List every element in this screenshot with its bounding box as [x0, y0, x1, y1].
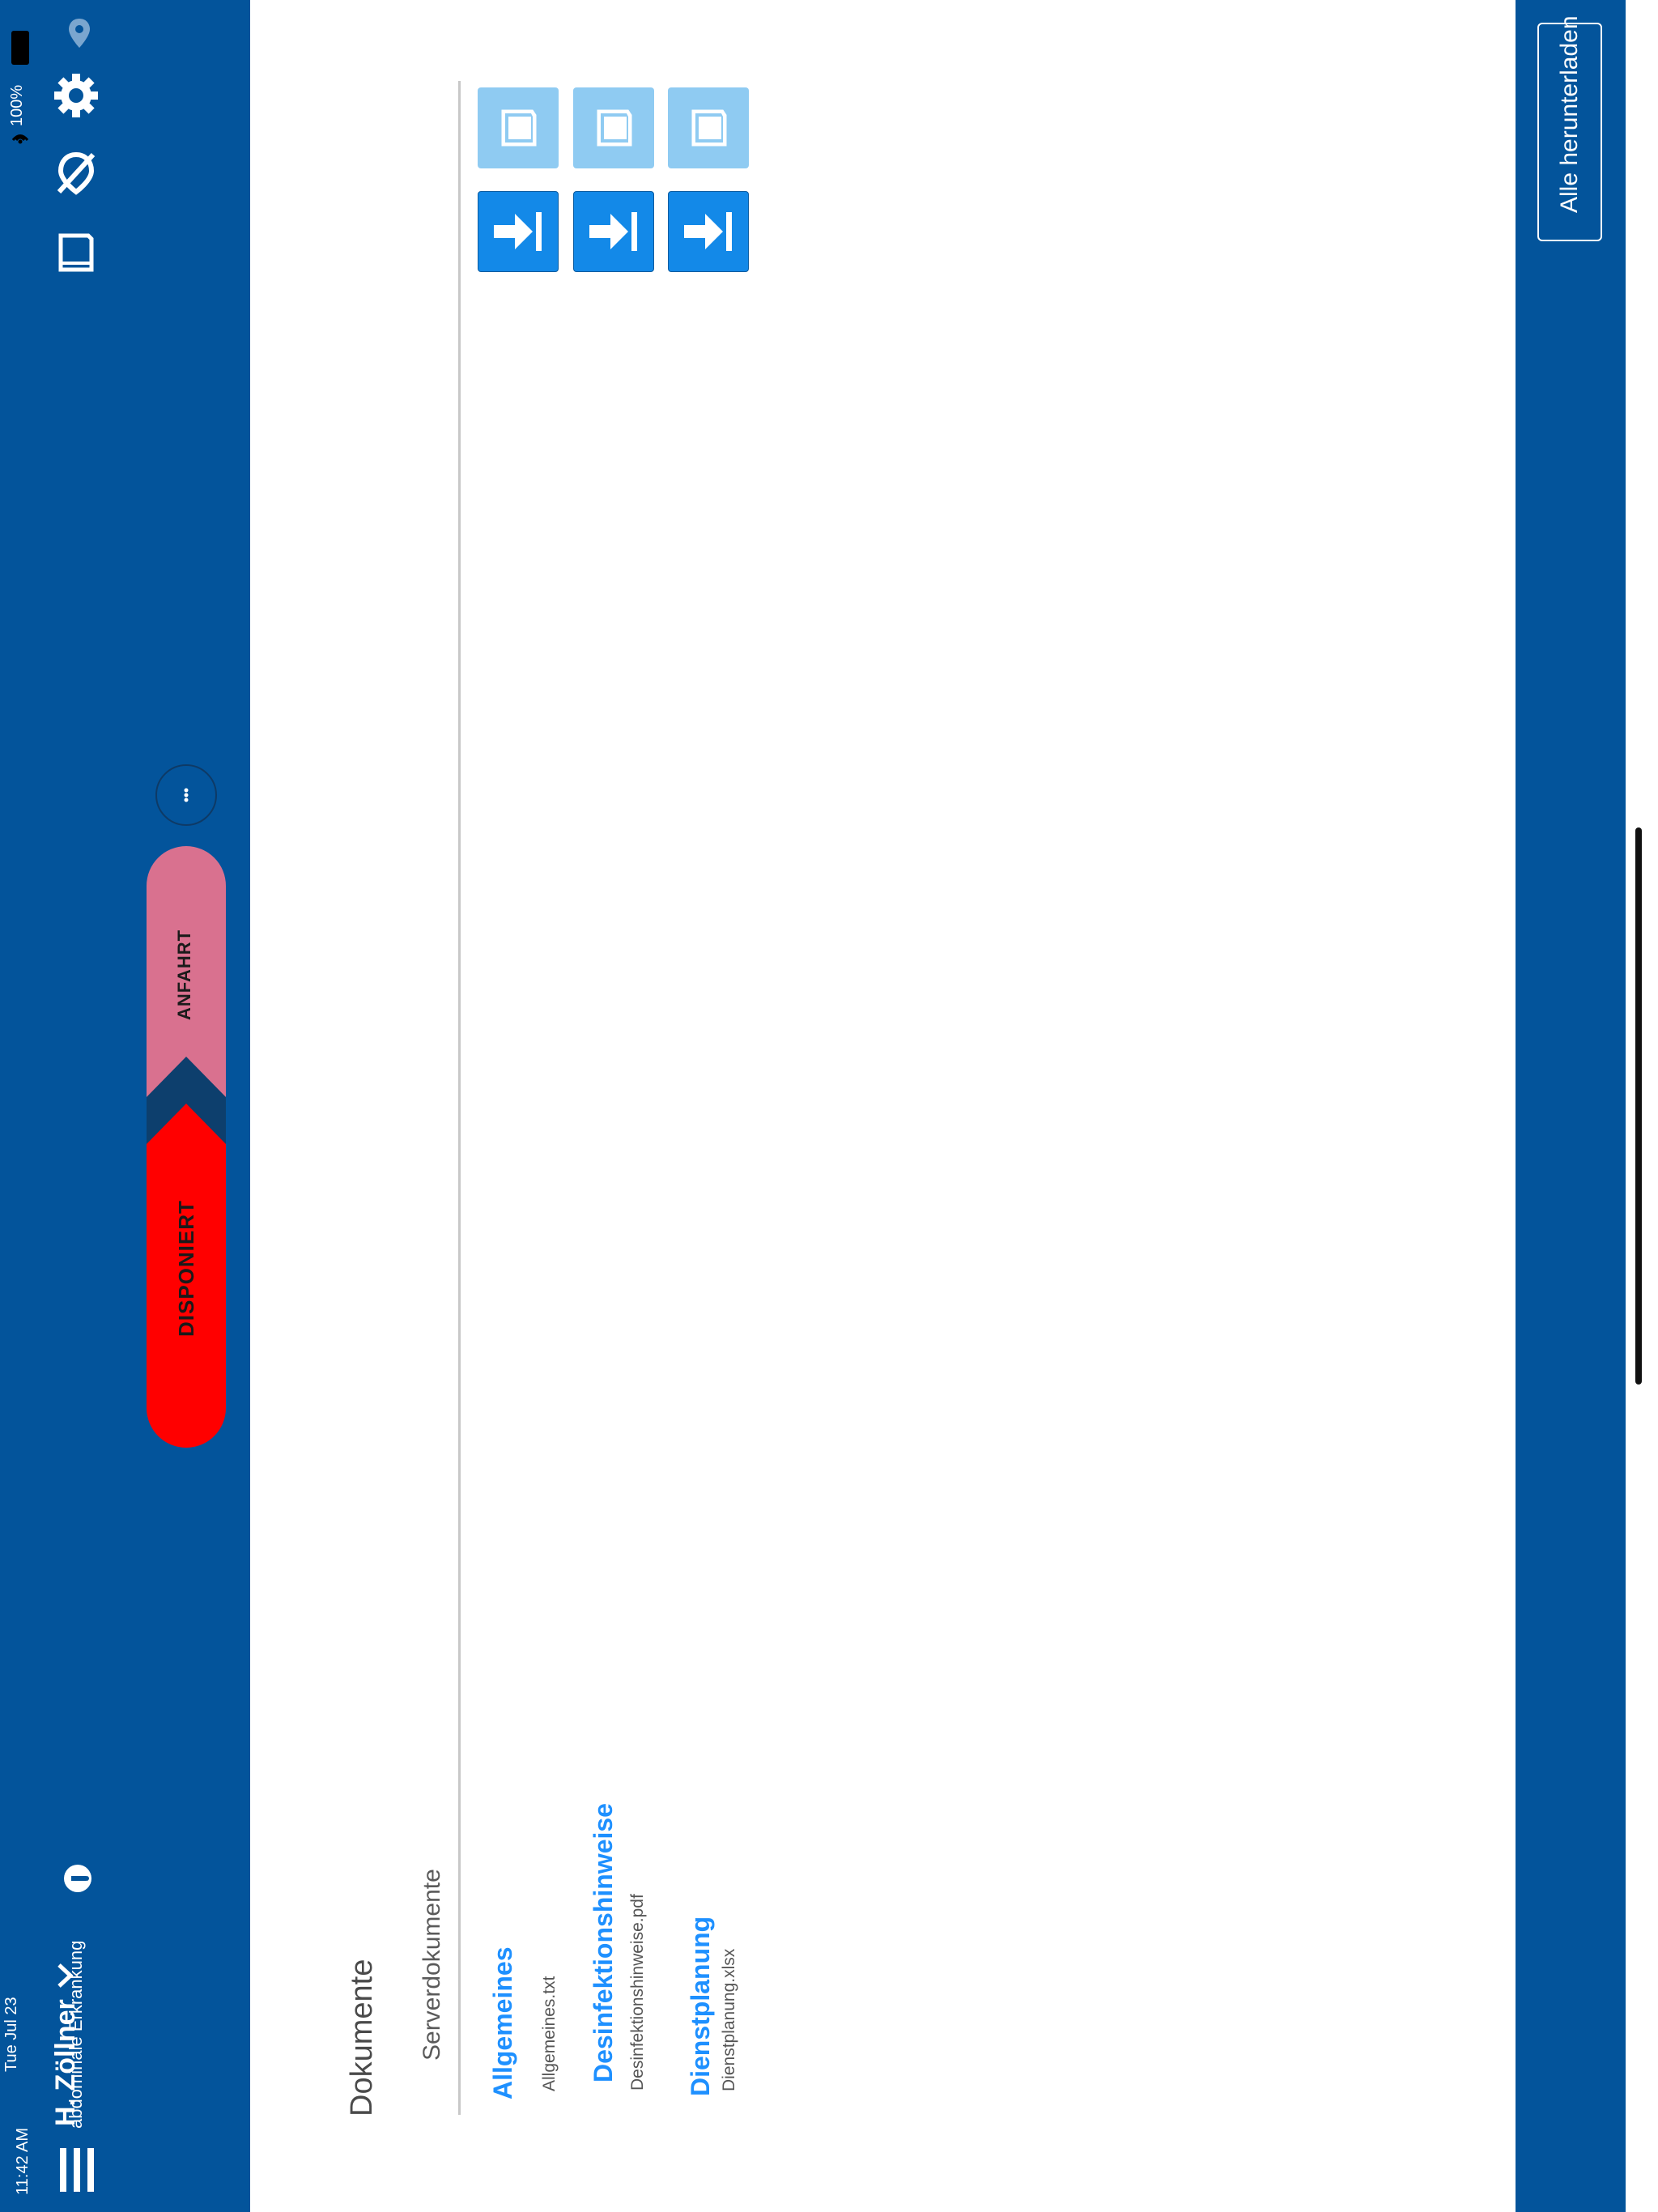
document-name-desinfektionshinweise[interactable]: Desinfektionshinweise: [589, 1791, 618, 2082]
document-icon: [501, 109, 537, 147]
home-indicator[interactable]: [1635, 827, 1642, 1385]
document-open-button-1[interactable]: [478, 87, 559, 168]
document-name-dienstplanung[interactable]: Dienstplanung: [686, 1910, 715, 2096]
document-icon[interactable]: [53, 228, 99, 277]
export-arrow-icon: [684, 212, 732, 251]
document-file-dienstplanung: Dienstplanung.xlsx: [720, 1948, 738, 2091]
document-file-desinfektionshinweise: Desinfektionshinweise.pdf: [628, 1894, 647, 2091]
settings-gear-icon[interactable]: [50, 70, 102, 121]
battery-icon: [11, 31, 29, 65]
export-arrow-icon: [494, 212, 542, 251]
status-time: 11:42 AM: [14, 2127, 32, 2195]
content-divider: [458, 81, 461, 2115]
menu-icon[interactable]: [57, 2146, 97, 2194]
user-subtitle: abdominale Erkrankung: [66, 1940, 86, 2129]
download-all-label: Alle herunterladen: [1556, 15, 1583, 213]
documents-title: Dokumente: [345, 1959, 379, 2116]
battery-percent: 100%: [8, 84, 26, 126]
location-icon[interactable]: [63, 13, 96, 53]
document-file-allgemeines: Allgemeines.txt: [540, 1976, 559, 2091]
document-icon: [691, 109, 727, 147]
info-icon[interactable]: [62, 1862, 94, 1895]
document-name-allgemeines[interactable]: Allgemeines: [488, 1946, 517, 2099]
document-export-button-1[interactable]: [478, 191, 559, 272]
status-current-label: DISPONIERT: [174, 1200, 198, 1337]
document-open-button-2[interactable]: [573, 87, 654, 168]
status-chevron-icon: [147, 1057, 226, 1144]
document-open-button-3[interactable]: [668, 87, 749, 168]
export-arrow-icon: [589, 212, 637, 251]
location-off-icon[interactable]: [52, 147, 100, 199]
document-export-button-2[interactable]: [573, 191, 654, 272]
right-sidebar: [1516, 0, 1626, 2212]
document-export-button-3[interactable]: [668, 191, 749, 272]
document-icon: [597, 109, 632, 147]
more-options-button[interactable]: [155, 764, 217, 826]
server-documents-heading: Serverdokumente: [419, 1869, 445, 2061]
status-next-label: ANFAHRT: [174, 929, 194, 1020]
status-date: Tue Jul 23: [2, 1997, 20, 2072]
wifi-icon: [8, 128, 32, 152]
